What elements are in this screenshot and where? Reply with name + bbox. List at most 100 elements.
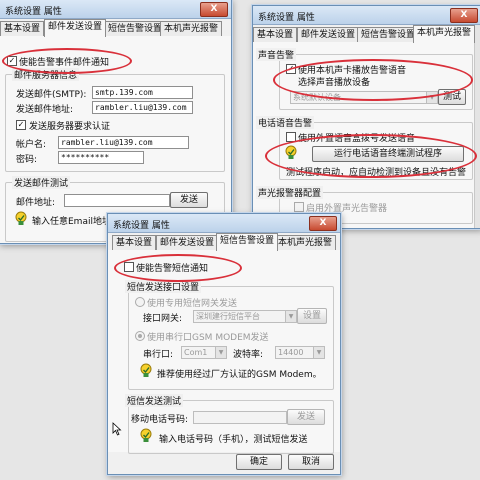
tab-email[interactable]: 邮件发送设置 (297, 27, 360, 42)
chevron-down-icon: ▼ (215, 347, 226, 358)
enable-sms-label: 使能告警短信通知 (136, 264, 209, 274)
sound-group-label: 声音告警 (256, 48, 297, 61)
lightbulb-icon (285, 145, 297, 159)
sms-send-button[interactable]: 发送 (287, 409, 325, 425)
tab-basic[interactable]: 基本设置 (253, 27, 298, 42)
gateway-settings-button[interactable]: 设置 (297, 308, 327, 324)
sms-tab-pane: 使能告警短信通知 短信发送接口设置 使用专用短信网关发送 接口网关: 深圳建行短… (108, 250, 340, 454)
auth-checkbox[interactable]: ✓ (16, 120, 26, 130)
sound-test-button[interactable]: 测试 (438, 89, 466, 105)
window-edge-scrollbar[interactable] (474, 25, 480, 228)
ok-button[interactable]: 确定 (236, 454, 282, 470)
lightbulb-icon (140, 363, 152, 377)
window-title: 系统设置 属性 (113, 221, 170, 231)
smtp-label: 发送邮件(SMTP): (16, 90, 87, 100)
tab-alarm[interactable]: 本机声光报警 (160, 21, 223, 36)
email-settings-dialog: 系统设置 属性 X 基本设置 邮件发送设置 短信告警设置 本机声光报警 ✓ 使能… (0, 0, 232, 244)
chevron-down-icon: ▼ (313, 347, 324, 358)
cancel-button[interactable]: 取消 (288, 454, 334, 470)
email-test-group-label: 发送邮件测试 (12, 176, 71, 189)
gateway-radio-label: 使用专用短信网关发送 (147, 299, 238, 309)
chevron-down-icon: ▼ (426, 92, 437, 103)
phone-test-hint: 测试程序启动，应自动检测到设备且没有告警 (286, 168, 467, 178)
use-light-alarm-checkbox[interactable] (294, 202, 304, 212)
use-voice-box-checkbox[interactable] (286, 132, 296, 142)
tab-basic[interactable]: 基本设置 (0, 21, 45, 36)
tab-sms[interactable]: 短信告警设置 (357, 27, 420, 42)
title-bar[interactable]: 系统设置 属性 X (108, 214, 340, 233)
window-title: 系统设置 属性 (5, 7, 62, 17)
gsm-radio-label: 使用串行口GSM MODEM发送 (147, 333, 269, 343)
gsm-hint: 推荐使用经过厂方认证的GSM Modem。 (157, 370, 322, 380)
sms-test-group: 短信发送测试 移动电话号码: 发送 输入电话号码（手机），测试短信发送 (125, 394, 334, 454)
alarm-settings-dialog: 系统设置 属性 X 基本设置 邮件发送设置 短信告警设置 本机声光报警 声音告警… (252, 5, 480, 229)
test-address-input[interactable] (64, 194, 170, 207)
alarm-tab-pane: 声音告警 ✓ 使用本机声卡播放告警语音 选择声音播放设备 系统默认设备 ▼ 测试… (253, 42, 480, 228)
enable-email-label: 使能告警事件邮件通知 (19, 58, 110, 68)
gateway-radio[interactable] (135, 297, 145, 307)
phone-group-label: 电话语音告警 (256, 116, 315, 129)
close-button[interactable]: X (200, 2, 228, 17)
enable-email-checkbox[interactable]: ✓ (7, 56, 17, 66)
tab-strip: 基本设置 邮件发送设置 短信告警设置 本机声光报警 (253, 25, 480, 43)
close-button[interactable]: X (450, 8, 478, 23)
test-address-label: 邮件地址: (16, 198, 56, 208)
select-device-label: 选择声音播放设备 (298, 78, 371, 88)
mobile-label: 移动电话号码: (131, 415, 189, 425)
password-input[interactable]: ********** (58, 151, 144, 164)
mobile-input[interactable] (193, 411, 287, 424)
auth-label: 发送服务器要求认证 (29, 122, 111, 132)
sound-device-select[interactable]: 系统默认设备 ▼ (290, 91, 438, 104)
tab-sms[interactable]: 短信告警设置 (104, 21, 167, 36)
baud-value: 14400 (278, 348, 304, 357)
tab-basic[interactable]: 基本设置 (112, 235, 157, 250)
gateway-label: 接口网关: (143, 314, 183, 324)
sound-device-value: 系统默认设备 (293, 93, 341, 102)
enable-sms-checkbox[interactable] (124, 262, 134, 272)
sms-test-group-label: 短信发送测试 (125, 394, 184, 407)
sender-label: 发送邮件地址: (16, 105, 74, 115)
use-voice-box-label: 使用外置语音盒拨号发送语音 (298, 134, 416, 144)
title-bar[interactable]: 系统设置 属性 X (0, 0, 231, 19)
account-input[interactable]: rambler.liu@139.com (58, 136, 189, 149)
port-select[interactable]: Com1 ▼ (181, 346, 227, 359)
tab-alarm[interactable]: 本机声光报警 (413, 25, 476, 43)
lightbulb-icon (15, 211, 27, 225)
sender-input[interactable]: rambler.liu@139.com (92, 101, 193, 114)
port-value: Com1 (184, 348, 208, 357)
run-phone-test-button[interactable]: 运行电话语音终端测试程序 (312, 146, 464, 162)
server-group: 邮件服务器信息 发送邮件(SMTP): smtp.139.com 发送邮件地址:… (5, 68, 225, 172)
tab-email[interactable]: 邮件发送设置 (156, 235, 219, 250)
phone-group: 电话语音告警 使用外置语音盒拨号发送语音 运行电话语音终端测试程序 测试程序启动… (256, 116, 473, 180)
port-label: 串行口: (143, 350, 174, 360)
gateway-value: 深圳建行短信平台 (196, 312, 260, 321)
use-sound-card-checkbox[interactable]: ✓ (286, 64, 296, 74)
close-button[interactable]: X (309, 216, 337, 231)
sound-group: 声音告警 ✓ 使用本机声卡播放告警语音 选择声音播放设备 系统默认设备 ▼ 测试 (256, 48, 473, 110)
tab-email[interactable]: 邮件发送设置 (44, 19, 107, 37)
sms-interface-group: 短信发送接口设置 使用专用短信网关发送 接口网关: 深圳建行短信平台 ▼ 设置 … (125, 280, 334, 390)
sms-settings-dialog: 系统设置 属性 X 基本设置 邮件发送设置 短信告警设置 本机声光报警 使能告警… (107, 213, 341, 475)
baud-select[interactable]: 14400 ▼ (275, 346, 325, 359)
mobile-hint: 输入电话号码（手机），测试短信发送 (159, 435, 308, 445)
password-label: 密码: (16, 155, 38, 165)
tab-strip: 基本设置 邮件发送设置 短信告警设置 本机声光报警 (108, 233, 340, 251)
email-tab-pane: ✓ 使能告警事件邮件通知 邮件服务器信息 发送邮件(SMTP): smtp.13… (0, 36, 231, 243)
mouse-pointer-icon (112, 422, 122, 436)
gateway-select[interactable]: 深圳建行短信平台 ▼ (193, 310, 297, 323)
window-title: 系统设置 属性 (258, 13, 315, 23)
tab-strip: 基本设置 邮件发送设置 短信告警设置 本机声光报警 (0, 19, 231, 37)
tab-alarm[interactable]: 本机声光报警 (274, 235, 337, 250)
title-bar[interactable]: 系统设置 属性 X (253, 6, 480, 25)
chevron-down-icon: ▼ (285, 311, 296, 322)
email-send-button[interactable]: 发送 (170, 192, 208, 208)
smtp-input[interactable]: smtp.139.com (92, 86, 193, 99)
tab-sms[interactable]: 短信告警设置 (216, 233, 279, 251)
lightbulb-icon (140, 428, 152, 442)
account-label: 帐户名: (16, 140, 47, 150)
gsm-radio[interactable] (135, 331, 145, 341)
light-alarm-group-label: 声光报警器配置 (256, 186, 324, 199)
baud-label: 波特率: (233, 350, 264, 360)
sms-interface-group-label: 短信发送接口设置 (125, 280, 202, 293)
server-group-label: 邮件服务器信息 (12, 68, 80, 81)
